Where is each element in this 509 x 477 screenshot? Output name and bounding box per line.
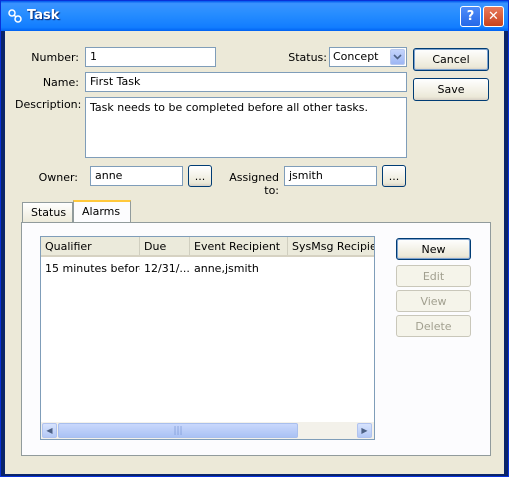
help-button[interactable]: ? bbox=[460, 6, 481, 27]
new-label: New bbox=[421, 242, 446, 256]
number-input[interactable]: 1 bbox=[85, 47, 216, 67]
close-button[interactable]: ✕ bbox=[483, 6, 504, 27]
status-value: Concept bbox=[333, 50, 379, 63]
close-icon: ✕ bbox=[488, 9, 499, 24]
assigned-to-input[interactable]: jsmith bbox=[284, 166, 377, 186]
cell-sysmsg-recipient bbox=[288, 259, 374, 265]
edit-label: Edit bbox=[422, 269, 445, 283]
edit-alarm-button[interactable]: Edit bbox=[396, 265, 471, 287]
cell-qualifier: 15 minutes before bbox=[45, 262, 140, 275]
task-app-icon bbox=[8, 9, 22, 23]
horizontal-scrollbar[interactable]: ◀ ||| ▶ bbox=[41, 422, 374, 439]
column-header-due[interactable]: Due bbox=[140, 237, 190, 255]
tab-status-label: Status bbox=[31, 206, 67, 219]
status-label: Status: bbox=[288, 51, 327, 64]
column-header-qualifier[interactable]: Qualifier bbox=[41, 237, 140, 255]
delete-label: Delete bbox=[415, 319, 452, 333]
owner-lookup-button[interactable]: ... bbox=[188, 165, 212, 187]
description-label: Description: bbox=[15, 98, 82, 111]
assigned-lookup-label: ... bbox=[388, 169, 400, 183]
view-label: View bbox=[420, 294, 447, 308]
tab-status[interactable]: Status bbox=[22, 202, 73, 223]
description-textarea[interactable]: Task needs to be completed before all ot… bbox=[85, 97, 407, 158]
scroll-right-icon[interactable]: ▶ bbox=[357, 423, 372, 438]
alarms-tab-panel: Qualifier Due Event Recipient SysMsg Rec… bbox=[21, 222, 491, 456]
name-input[interactable]: First Task bbox=[85, 72, 407, 92]
column-header-sysmsg-recipient[interactable]: SysMsg Recipient bbox=[288, 237, 374, 255]
name-label: Name: bbox=[42, 76, 79, 89]
owner-lookup-label: ... bbox=[194, 169, 206, 183]
owner-input[interactable]: anne bbox=[90, 166, 183, 186]
tab-alarms[interactable]: Alarms bbox=[73, 200, 131, 223]
save-label: Save bbox=[437, 83, 465, 96]
new-alarm-button[interactable]: New bbox=[396, 238, 471, 260]
grip-icon: ||| bbox=[173, 425, 183, 436]
assigned-lookup-button[interactable]: ... bbox=[382, 165, 406, 187]
window-title: Task bbox=[27, 8, 60, 23]
alarms-table[interactable]: Qualifier Due Event Recipient SysMsg Rec… bbox=[40, 236, 375, 440]
scroll-left-icon[interactable]: ◀ bbox=[42, 423, 57, 438]
task-dialog: Task ? ✕ Number: 1 Status: Concept Name:… bbox=[0, 0, 509, 477]
chevron-down-icon[interactable] bbox=[390, 49, 405, 65]
view-alarm-button[interactable]: View bbox=[396, 290, 471, 312]
cancel-label: Cancel bbox=[432, 53, 470, 66]
owner-label: Owner: bbox=[38, 171, 78, 184]
column-header-event-recipient[interactable]: Event Recipient bbox=[190, 237, 288, 255]
delete-alarm-button[interactable]: Delete bbox=[396, 315, 471, 337]
number-label: Number: bbox=[31, 51, 79, 64]
cancel-button[interactable]: Cancel bbox=[413, 48, 489, 71]
status-select[interactable]: Concept bbox=[329, 47, 407, 67]
cell-due: 12/31/... bbox=[144, 262, 190, 275]
dialog-body: Number: 1 Status: Concept Name: First Ta… bbox=[5, 31, 504, 474]
scroll-thumb[interactable]: ||| bbox=[58, 423, 298, 438]
save-button[interactable]: Save bbox=[413, 78, 489, 101]
tab-alarms-label: Alarms bbox=[82, 205, 121, 218]
help-icon: ? bbox=[466, 9, 475, 24]
assigned-to-label: Assigned to: bbox=[229, 171, 279, 197]
title-bar[interactable]: Task ? ✕ bbox=[1, 1, 508, 31]
cell-event-recipient: anne,jsmith bbox=[194, 262, 259, 275]
alarms-table-header: Qualifier Due Event Recipient SysMsg Rec… bbox=[41, 237, 374, 257]
